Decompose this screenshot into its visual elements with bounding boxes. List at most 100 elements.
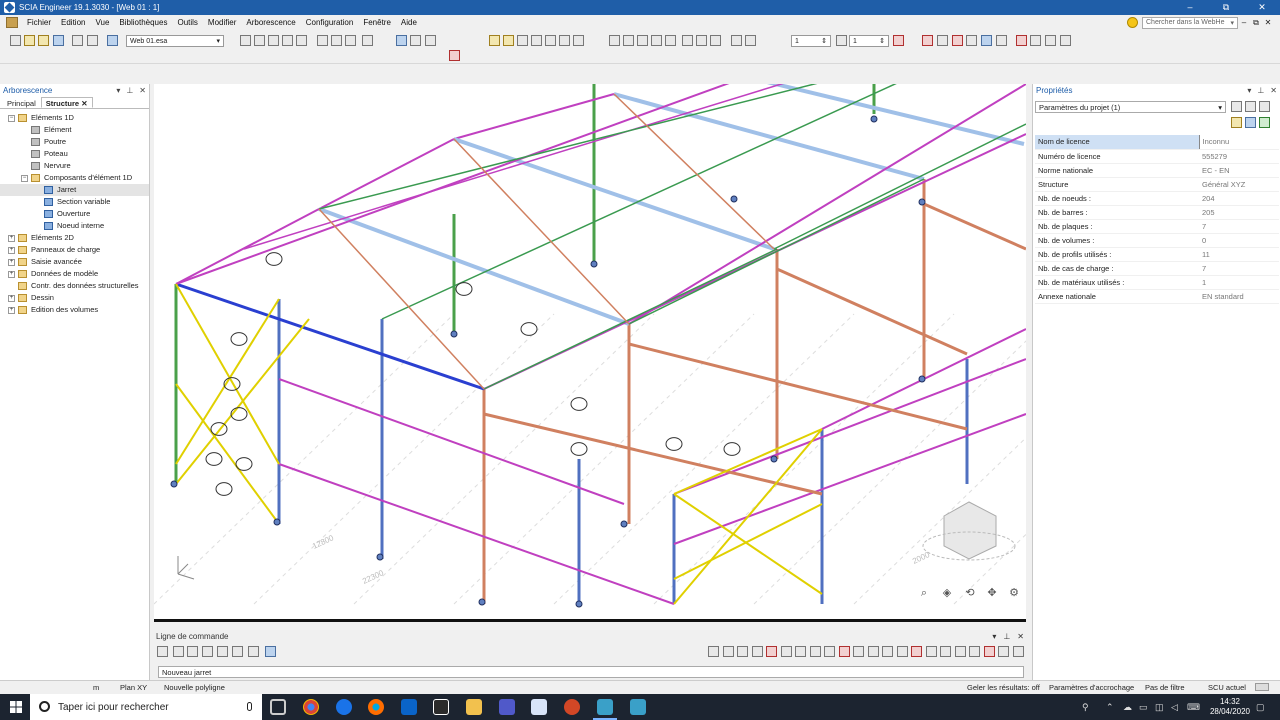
menu-fenetre[interactable]: Fenêtre (358, 18, 396, 27)
zero-icon[interactable] (893, 35, 904, 46)
display-icon-6[interactable] (996, 35, 1007, 46)
axis-y[interactable] (177, 563, 189, 575)
property-row[interactable]: Nb. de profils utilisés :11 (1035, 247, 1279, 262)
structure-icon-3[interactable] (637, 35, 648, 46)
eave-beam[interactable] (923, 202, 1026, 251)
command-tool-icon[interactable] (187, 646, 198, 657)
tree-item[interactable]: + Données de modèle (0, 268, 149, 280)
model-viewport[interactable]: 12800 22300 2000 ⌕ ◈ ⟲ ✥ ⚙ (154, 84, 1026, 622)
orbit-icon[interactable]: ⟲ (963, 586, 977, 600)
property-row[interactable]: Nb. de matériaux utilisés :1 (1035, 275, 1279, 290)
view-tool-icon-3[interactable] (268, 35, 279, 46)
roof-bracing[interactable] (453, 138, 630, 325)
view-tool-icon-2[interactable] (254, 35, 265, 46)
menu-outils[interactable]: Outils (172, 18, 202, 27)
side-rail[interactable] (278, 378, 625, 505)
minimize-button[interactable]: – (1172, 0, 1208, 15)
pin-icon[interactable]: ⊥ (1257, 86, 1264, 95)
structure-icon-9[interactable] (731, 35, 742, 46)
grid-icon-1[interactable] (489, 35, 500, 46)
powerpoint-icon[interactable] (564, 699, 580, 715)
windows-start-icon[interactable] (10, 701, 22, 713)
drawing-tool-icon[interactable] (737, 646, 748, 657)
eave-beam[interactable] (483, 412, 823, 496)
property-row[interactable]: Nb. de cas de charge :7 (1035, 261, 1279, 276)
support-node[interactable] (575, 600, 583, 608)
display-icon-5[interactable] (981, 35, 992, 46)
brush-icon[interactable] (1231, 117, 1242, 128)
status-plane[interactable]: Plan XY (120, 683, 147, 692)
support-node[interactable] (273, 518, 281, 526)
drawing-tool-icon[interactable] (766, 646, 777, 657)
tree-item[interactable]: − Eléments 1D (0, 112, 149, 124)
taskbar-search-box[interactable]: Taper ici pour rechercher (30, 694, 262, 720)
drawing-tool-icon[interactable] (983, 646, 995, 657)
file-combo[interactable]: Web 01.esa ▾ (126, 35, 224, 47)
structure-icon-10[interactable] (745, 35, 756, 46)
command-tool-icon[interactable] (202, 646, 213, 657)
support-node[interactable] (770, 455, 778, 463)
drawing-tool-icon[interactable] (896, 646, 908, 657)
calendar-icon[interactable] (531, 699, 547, 715)
save-icon[interactable] (53, 35, 64, 46)
volume-icon[interactable]: ◁ (1171, 702, 1178, 713)
render-icon-3[interactable] (345, 35, 356, 46)
tab-principal[interactable]: Principal (2, 97, 41, 108)
view-cube-icon[interactable]: ◈ (940, 586, 954, 600)
filter-select-icon[interactable] (1231, 101, 1242, 112)
open-folder-icon[interactable] (38, 35, 49, 46)
support-node[interactable] (450, 330, 458, 338)
properties-selector[interactable]: Paramètres du projet (1) ▾ (1035, 101, 1226, 113)
status-snap-settings[interactable]: Paramètres d'accrochage (1049, 683, 1134, 692)
people-icon[interactable]: ⚲ (1082, 702, 1089, 713)
tree-item[interactable]: Poteau (0, 148, 149, 160)
purlin[interactable] (773, 123, 1026, 250)
edit-pencil-icon[interactable] (1259, 101, 1270, 112)
eave-beam[interactable] (776, 267, 968, 356)
drawing-tool-icon[interactable] (824, 646, 835, 657)
close-icon[interactable]: ✕ (1270, 86, 1277, 95)
drawing-tool-icon[interactable] (998, 646, 1009, 657)
tree-item[interactable]: Poutre (0, 136, 149, 148)
display-icon-1[interactable] (922, 35, 933, 46)
status-ucs[interactable]: SCU actuel (1208, 683, 1246, 692)
rafter[interactable] (318, 138, 455, 210)
dropdown-icon[interactable]: ▾ (116, 86, 120, 95)
tree-item[interactable]: + Panneaux de charge (0, 244, 149, 256)
rafter[interactable] (453, 137, 775, 251)
support-node[interactable] (918, 375, 926, 383)
drawing-tool-icon[interactable] (838, 646, 850, 657)
tree-item[interactable]: + Eléments 2D (0, 232, 149, 244)
support-node[interactable] (730, 195, 738, 203)
menu-vue[interactable]: Vue (90, 18, 114, 27)
command-tool-icon[interactable] (217, 646, 228, 657)
bracing[interactable] (175, 383, 280, 525)
bracing[interactable] (673, 428, 823, 605)
microphone-icon[interactable] (247, 702, 252, 711)
status-filter[interactable]: Pas de filtre (1145, 683, 1185, 692)
counter-input-2[interactable]: 1 ⇕ (849, 35, 889, 47)
run-command-icon[interactable] (265, 646, 276, 657)
drawing-tool-icon[interactable] (722, 646, 734, 657)
webhelp-search-input[interactable]: Chercher dans la WebHe ▾ (1142, 16, 1238, 29)
close-icon[interactable]: ✕ (81, 99, 87, 108)
display-icon-7[interactable] (1016, 35, 1027, 46)
collapse-icon[interactable]: − (8, 114, 15, 122)
menu-edition[interactable]: Edition (56, 18, 90, 27)
expand-icon[interactable]: + (8, 306, 15, 314)
property-row[interactable]: Nb. de barres :205 (1035, 205, 1279, 220)
action-icon[interactable] (1259, 117, 1270, 128)
menu-arborescence[interactable]: Arborescence (241, 18, 300, 27)
new-file-icon[interactable] (10, 35, 21, 46)
structure-icon-5[interactable] (665, 35, 676, 46)
support-node[interactable] (170, 480, 178, 488)
support-node[interactable] (870, 115, 878, 123)
mdi-minimize-button[interactable]: – (1238, 18, 1250, 27)
taskbar-clock[interactable]: 14:32 28/04/2020 (1210, 697, 1250, 717)
support-node[interactable] (376, 553, 384, 561)
command-input[interactable]: Nouveau jarret (158, 666, 1024, 678)
restore-button[interactable]: ⧉ (1208, 0, 1244, 15)
support-node[interactable] (478, 598, 486, 606)
structure-icon-2[interactable] (623, 35, 634, 46)
bracing[interactable] (175, 318, 310, 485)
